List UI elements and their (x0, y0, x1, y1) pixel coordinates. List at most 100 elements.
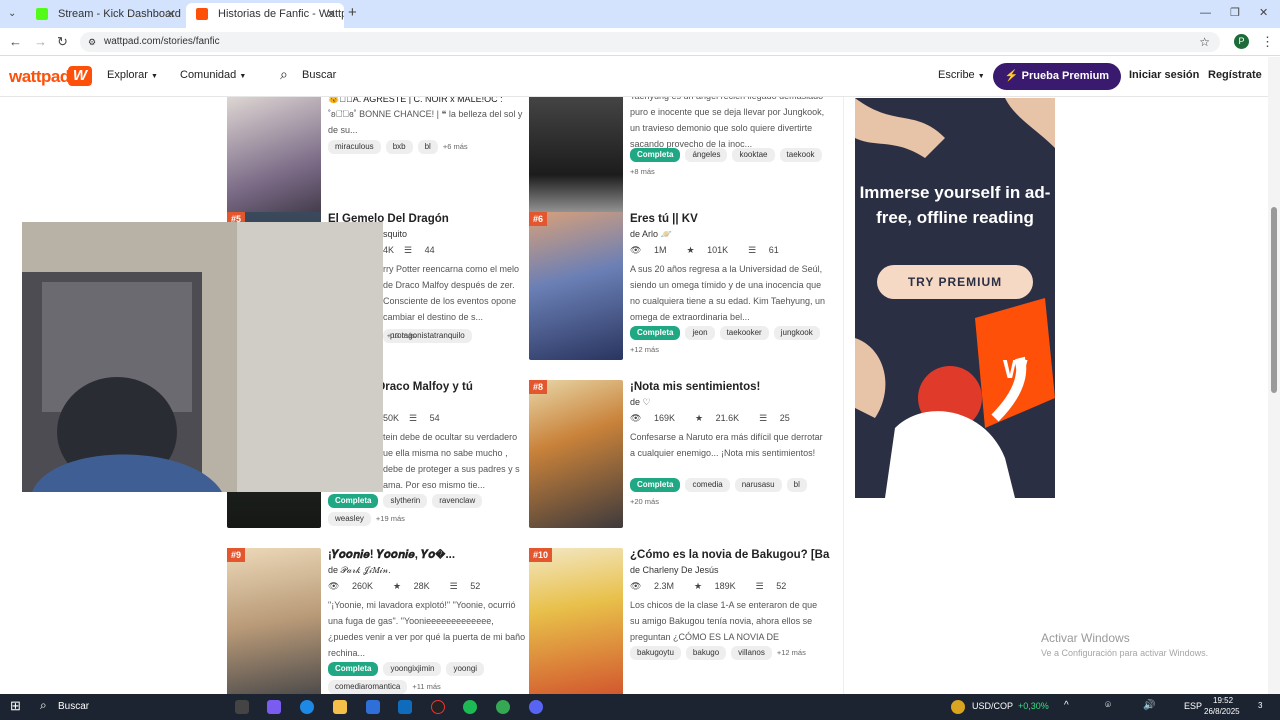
story-author[interactable]: de 𝒫𝒶𝓇𝓀 𝒥𝒾𝑀𝒾𝓃. (328, 565, 391, 576)
tag[interactable]: comedia (685, 478, 730, 492)
more-tags[interactable]: +6 más (443, 141, 468, 153)
forward-icon[interactable]: → (34, 35, 47, 49)
story-cover[interactable] (529, 380, 623, 528)
taskbar-search[interactable]: Buscar (58, 701, 89, 712)
search-icon[interactable]: ⌕ (40, 698, 47, 713)
story-author[interactable]: squito (383, 229, 407, 239)
login-link[interactable]: Iniciar sesión (1129, 69, 1199, 81)
language-indicator[interactable]: ESP (1184, 701, 1202, 711)
discord-icon[interactable] (529, 700, 543, 714)
more-tags[interactable]: +12 más (630, 344, 659, 356)
profile-avatar[interactable]: P (1234, 34, 1249, 49)
close-icon[interactable]: ✕ (166, 3, 176, 25)
more-tags[interactable]: +11 más (412, 681, 440, 693)
back-icon[interactable]: ← (9, 35, 22, 49)
tag[interactable]: taekook (779, 148, 822, 162)
address-bar[interactable]: ⚙ wattpad.com/stories/fanfic ☆ (80, 32, 1220, 52)
try-premium-button[interactable]: ⚡ Prueba Premium (993, 63, 1121, 90)
tag[interactable]: villanos (731, 646, 772, 660)
file-explorer-icon[interactable] (333, 700, 347, 714)
edge-icon[interactable] (300, 700, 314, 714)
story-title[interactable]: ¡𝒀𝒐𝒐𝒏𝒊𝒆! 𝒀𝒐𝒐𝒏𝒊𝒆, 𝒀𝒐�... (328, 549, 528, 562)
story-author[interactable]: de Charleny De Jesús (630, 565, 719, 575)
close-icon[interactable]: ✕ (326, 3, 336, 25)
new-tab-button[interactable]: + (348, 5, 357, 20)
story-title[interactable]: ¡Nota mis sentimientos! (630, 381, 830, 393)
tab-wattpad-fanfic[interactable]: Historias de Fanfic - Wattpad ✕ (186, 3, 344, 28)
more-tags[interactable]: +13 más (387, 330, 416, 342)
tab-search-icon[interactable]: ⌄ (8, 7, 16, 21)
restore-icon[interactable]: ❐ (1230, 6, 1240, 20)
tag[interactable]: bxb (385, 140, 413, 154)
tag[interactable]: slytherin (383, 494, 428, 508)
premium-ad-banner[interactable]: W Immerse yourself in ad-free, offline r… (855, 98, 1055, 498)
explore-menu[interactable]: Explorar ▼ (107, 69, 158, 81)
write-menu[interactable]: Escribe ▼ (938, 69, 985, 81)
story-card[interactable]: #9 ¡𝒀𝒐𝒐𝒏𝒊𝒆! 𝒀𝒐𝒐𝒏𝒊𝒆, 𝒀𝒐�... de 𝒫𝒶𝓇𝓀 𝒥𝒾𝑀𝒾𝓃… (227, 548, 527, 694)
page-scrollbar[interactable] (1268, 57, 1280, 694)
tag[interactable]: bl (786, 478, 807, 492)
tag[interactable]: jeon (685, 326, 715, 340)
minimize-icon[interactable]: — (1200, 6, 1211, 20)
spotify-icon[interactable] (463, 700, 477, 714)
try-premium-ad-button[interactable]: TRY PREMIUM (877, 265, 1033, 299)
story-title[interactable]: 😽◡̈⃝A. AGRESTE | C. NOIR x MALE!OC : (328, 97, 528, 105)
chrome-icon[interactable] (496, 700, 510, 714)
more-tags[interactable]: +12 más (777, 647, 806, 659)
tag[interactable]: bakugo (685, 646, 727, 660)
wattpad-logo-text[interactable]: wattpad (9, 67, 70, 87)
notification-count[interactable]: 3 (1258, 701, 1262, 710)
story-cover[interactable] (227, 548, 321, 694)
write-label: Escribe (938, 69, 975, 81)
story-title[interactable]: ¿Cómo es la novia de Bakugou? [Bak... (630, 549, 830, 561)
tab-kick-dashboard[interactable]: Stream - Kick Dashboard ✕ (26, 3, 184, 28)
more-tags[interactable]: +19 más (376, 513, 405, 525)
story-author[interactable]: de Arlo 🪐 (630, 229, 672, 240)
outlook-icon[interactable] (398, 700, 412, 714)
story-card[interactable]: #6 Eres tú || KV de Arlo 🪐 👁 1M ★ 101K ☰ 6… (529, 212, 829, 380)
community-menu[interactable]: Comunidad ▼ (180, 69, 246, 81)
tag[interactable]: kooktae (732, 148, 775, 162)
story-cover[interactable] (529, 548, 623, 694)
network-icon[interactable]: ⌾ (1105, 700, 1111, 711)
tag[interactable]: ángeles (685, 148, 728, 162)
tag[interactable]: bakugoytu (630, 646, 681, 660)
tag[interactable]: yoongi (446, 662, 485, 676)
story-author[interactable]: de ♡ (630, 397, 651, 408)
search-icon[interactable]: ⌕ (280, 66, 288, 83)
clock-time[interactable]: 19:52 (1213, 696, 1233, 705)
wattpad-logo-icon[interactable]: W (68, 66, 92, 86)
more-tags[interactable]: +8 más (630, 166, 655, 178)
site-info-icon[interactable]: ⚙ (88, 32, 96, 52)
search-input[interactable]: Buscar (302, 69, 336, 81)
store-icon[interactable] (366, 700, 380, 714)
media-app-icon[interactable] (431, 700, 445, 714)
tray-chevron-icon[interactable]: ^ (1064, 700, 1069, 711)
tag[interactable]: bl (417, 140, 438, 154)
story-card[interactable]: #8 ¡Nota mis sentimientos! de ♡ 👁 169K ★ … (529, 380, 829, 548)
tag[interactable]: yoongixjimin (383, 662, 442, 676)
more-tags[interactable]: +20 más (630, 496, 659, 508)
scrollbar-thumb[interactable] (1271, 207, 1277, 393)
tag[interactable]: ravenclaw (432, 494, 483, 508)
bookmark-star-icon[interactable]: ☆ (1199, 32, 1210, 52)
tag[interactable]: taekooker (719, 326, 769, 340)
story-cover[interactable] (529, 212, 623, 360)
volume-icon[interactable]: 🔊 (1143, 700, 1155, 711)
close-window-icon[interactable]: ✕ (1259, 6, 1268, 20)
story-stats: 👁 1M ★ 101K ☰ 61 (630, 245, 799, 256)
tag[interactable]: jungkook (773, 326, 820, 340)
clock-date[interactable]: 26/8/2025 (1204, 707, 1240, 716)
tag[interactable]: narusasu (734, 478, 782, 492)
copilot-icon[interactable] (267, 700, 281, 714)
task-view-icon[interactable] (235, 700, 249, 714)
menu-dots-icon[interactable]: ⋮ (1261, 35, 1274, 49)
tag[interactable]: weasley (328, 512, 371, 526)
tag[interactable]: comediaromantica (328, 680, 408, 694)
tag[interactable]: miraculous (328, 140, 381, 154)
story-title[interactable]: Eres tú || KV (630, 213, 830, 225)
windows-start-icon[interactable]: ⊞ (10, 698, 21, 714)
reload-icon[interactable]: ↻ (57, 35, 68, 49)
story-card[interactable]: #10 ¿Cómo es la novia de Bakugou? [Bak..… (529, 548, 830, 694)
register-link[interactable]: Regístrate (1208, 69, 1262, 81)
